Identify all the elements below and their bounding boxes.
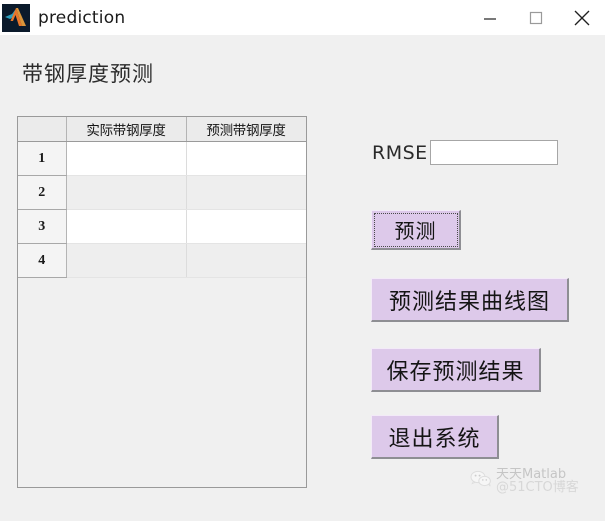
watermark: 天天Matlab @51CTO博客 bbox=[470, 468, 579, 494]
cell-predicted[interactable] bbox=[186, 209, 306, 244]
row-number: 2 bbox=[18, 175, 67, 210]
window-title: prediction bbox=[38, 7, 126, 28]
column-header-actual[interactable]: 实际带钢厚度 bbox=[66, 117, 187, 142]
rmse-group: RMSE bbox=[372, 140, 558, 165]
cell-predicted[interactable] bbox=[186, 175, 306, 210]
cell-actual[interactable] bbox=[66, 175, 187, 210]
maximize-icon[interactable] bbox=[513, 0, 559, 35]
title-bar: prediction bbox=[0, 0, 605, 35]
table-row[interactable]: 3 bbox=[18, 209, 306, 244]
table-row[interactable]: 2 bbox=[18, 175, 306, 210]
exit-system-button-label: 退出系统 bbox=[388, 426, 481, 452]
predict-button[interactable]: 预测 bbox=[371, 210, 461, 250]
table-row[interactable]: 4 bbox=[18, 243, 306, 278]
save-prediction-results-button[interactable]: 保存预测结果 bbox=[371, 348, 541, 392]
cell-predicted[interactable] bbox=[186, 141, 306, 176]
close-icon[interactable] bbox=[559, 0, 605, 35]
rmse-label: RMSE bbox=[372, 141, 428, 164]
cell-actual[interactable] bbox=[66, 209, 187, 244]
row-number: 3 bbox=[18, 209, 67, 244]
matlab-icon bbox=[2, 3, 30, 32]
prediction-curve-chart-button-label: 预测结果曲线图 bbox=[388, 289, 550, 315]
save-prediction-results-button-label: 保存预测结果 bbox=[386, 359, 525, 385]
watermark-line-2: @51CTO博客 bbox=[496, 479, 579, 495]
table-corner-header bbox=[18, 117, 67, 142]
table-header-row: 实际带钢厚度 预测带钢厚度 bbox=[18, 117, 306, 142]
prediction-table[interactable]: 实际带钢厚度 预测带钢厚度 1 2 3 4 bbox=[18, 117, 306, 278]
prediction-table-panel[interactable]: 实际带钢厚度 预测带钢厚度 1 2 3 4 bbox=[17, 116, 307, 488]
wechat-icon bbox=[470, 470, 492, 493]
cell-actual[interactable] bbox=[66, 141, 187, 176]
row-number: 1 bbox=[18, 141, 67, 176]
watermark-texts: 天天Matlab @51CTO博客 bbox=[496, 468, 579, 494]
row-number: 4 bbox=[18, 243, 67, 278]
cell-actual[interactable] bbox=[66, 243, 187, 278]
minimize-icon[interactable] bbox=[467, 0, 513, 35]
watermark-line-1: 天天Matlab bbox=[496, 467, 567, 482]
prediction-curve-chart-button[interactable]: 预测结果曲线图 bbox=[371, 278, 569, 322]
column-header-predicted[interactable]: 预测带钢厚度 bbox=[186, 117, 306, 142]
predict-button-label: 预测 bbox=[394, 219, 437, 243]
table-row[interactable]: 1 bbox=[18, 141, 306, 176]
window-controls bbox=[467, 0, 605, 35]
page-title: 带钢厚度预测 bbox=[22, 62, 154, 86]
rmse-input[interactable] bbox=[429, 140, 558, 165]
cell-predicted[interactable] bbox=[186, 243, 306, 278]
exit-system-button[interactable]: 退出系统 bbox=[371, 415, 499, 459]
